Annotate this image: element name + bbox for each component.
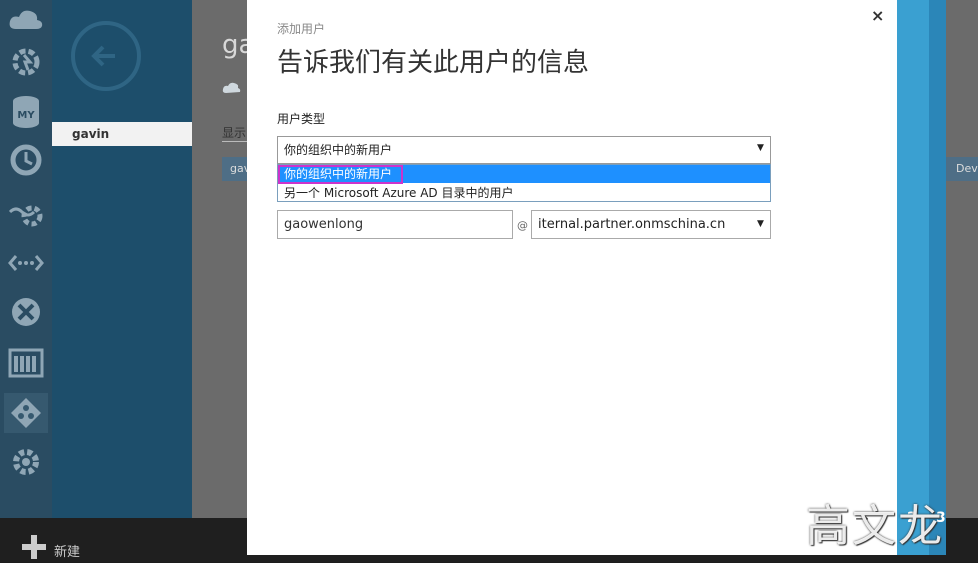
user-type-select[interactable]: 你的组织中的新用户 [277, 136, 771, 164]
settings-icon[interactable] [4, 442, 48, 482]
active-directory-icon[interactable] [4, 393, 48, 433]
directory-item-gavin[interactable]: gavin [52, 122, 192, 146]
new-button-label[interactable]: 新建 [54, 541, 80, 560]
svg-text:MY: MY [17, 110, 35, 121]
wizard-step-2-strip [897, 0, 929, 555]
close-icon[interactable]: × [871, 6, 884, 25]
content-area [192, 0, 248, 518]
mysql-icon[interactable]: MY [4, 92, 48, 132]
watermark: 高文龙 [806, 501, 944, 552]
clock-icon[interactable] [4, 140, 48, 180]
network-icon[interactable] [4, 243, 48, 283]
dialog-title: 告诉我们有关此用户的信息 [277, 48, 590, 78]
user-type-label: 用户类型 [277, 112, 326, 126]
cloud-icon[interactable] [4, 0, 48, 40]
plus-icon[interactable] [22, 535, 46, 559]
tab-display[interactable]: 显示 [222, 124, 248, 142]
back-arrow-icon[interactable] [71, 21, 141, 91]
user-type-dropdown-list: 你的组织中的新用户 另一个 Microsoft Azure AD 目录中的用户 [277, 164, 771, 202]
hdinsight-icon[interactable] [4, 194, 48, 234]
user-type-option-external[interactable]: 另一个 Microsoft Azure AD 目录中的用户 [278, 184, 770, 202]
dashboard-icon[interactable] [4, 343, 48, 383]
recovery-icon[interactable] [4, 292, 48, 332]
username-input[interactable]: gaowenlong [277, 210, 513, 239]
chevron-down-icon[interactable]: ▼ [757, 143, 764, 153]
domain-select[interactable]: iternal.partner.onmschina.cn [531, 210, 771, 239]
table-row[interactable]: gav [222, 157, 248, 181]
wizard-step-3-strip [929, 0, 946, 555]
left-nav-rail: MY [0, 0, 52, 518]
content-area-right [946, 0, 978, 518]
web-sites-icon[interactable] [4, 42, 48, 82]
chevron-down-icon[interactable]: ▼ [757, 219, 764, 229]
dialog-subtitle: 添加用户 [277, 22, 326, 36]
cloud-upload-icon [222, 80, 242, 99]
at-sign-label: @ [517, 219, 528, 232]
add-user-dialog [247, 0, 897, 555]
table-row-right[interactable]: Dev [946, 157, 978, 181]
highlight-box [278, 165, 403, 184]
